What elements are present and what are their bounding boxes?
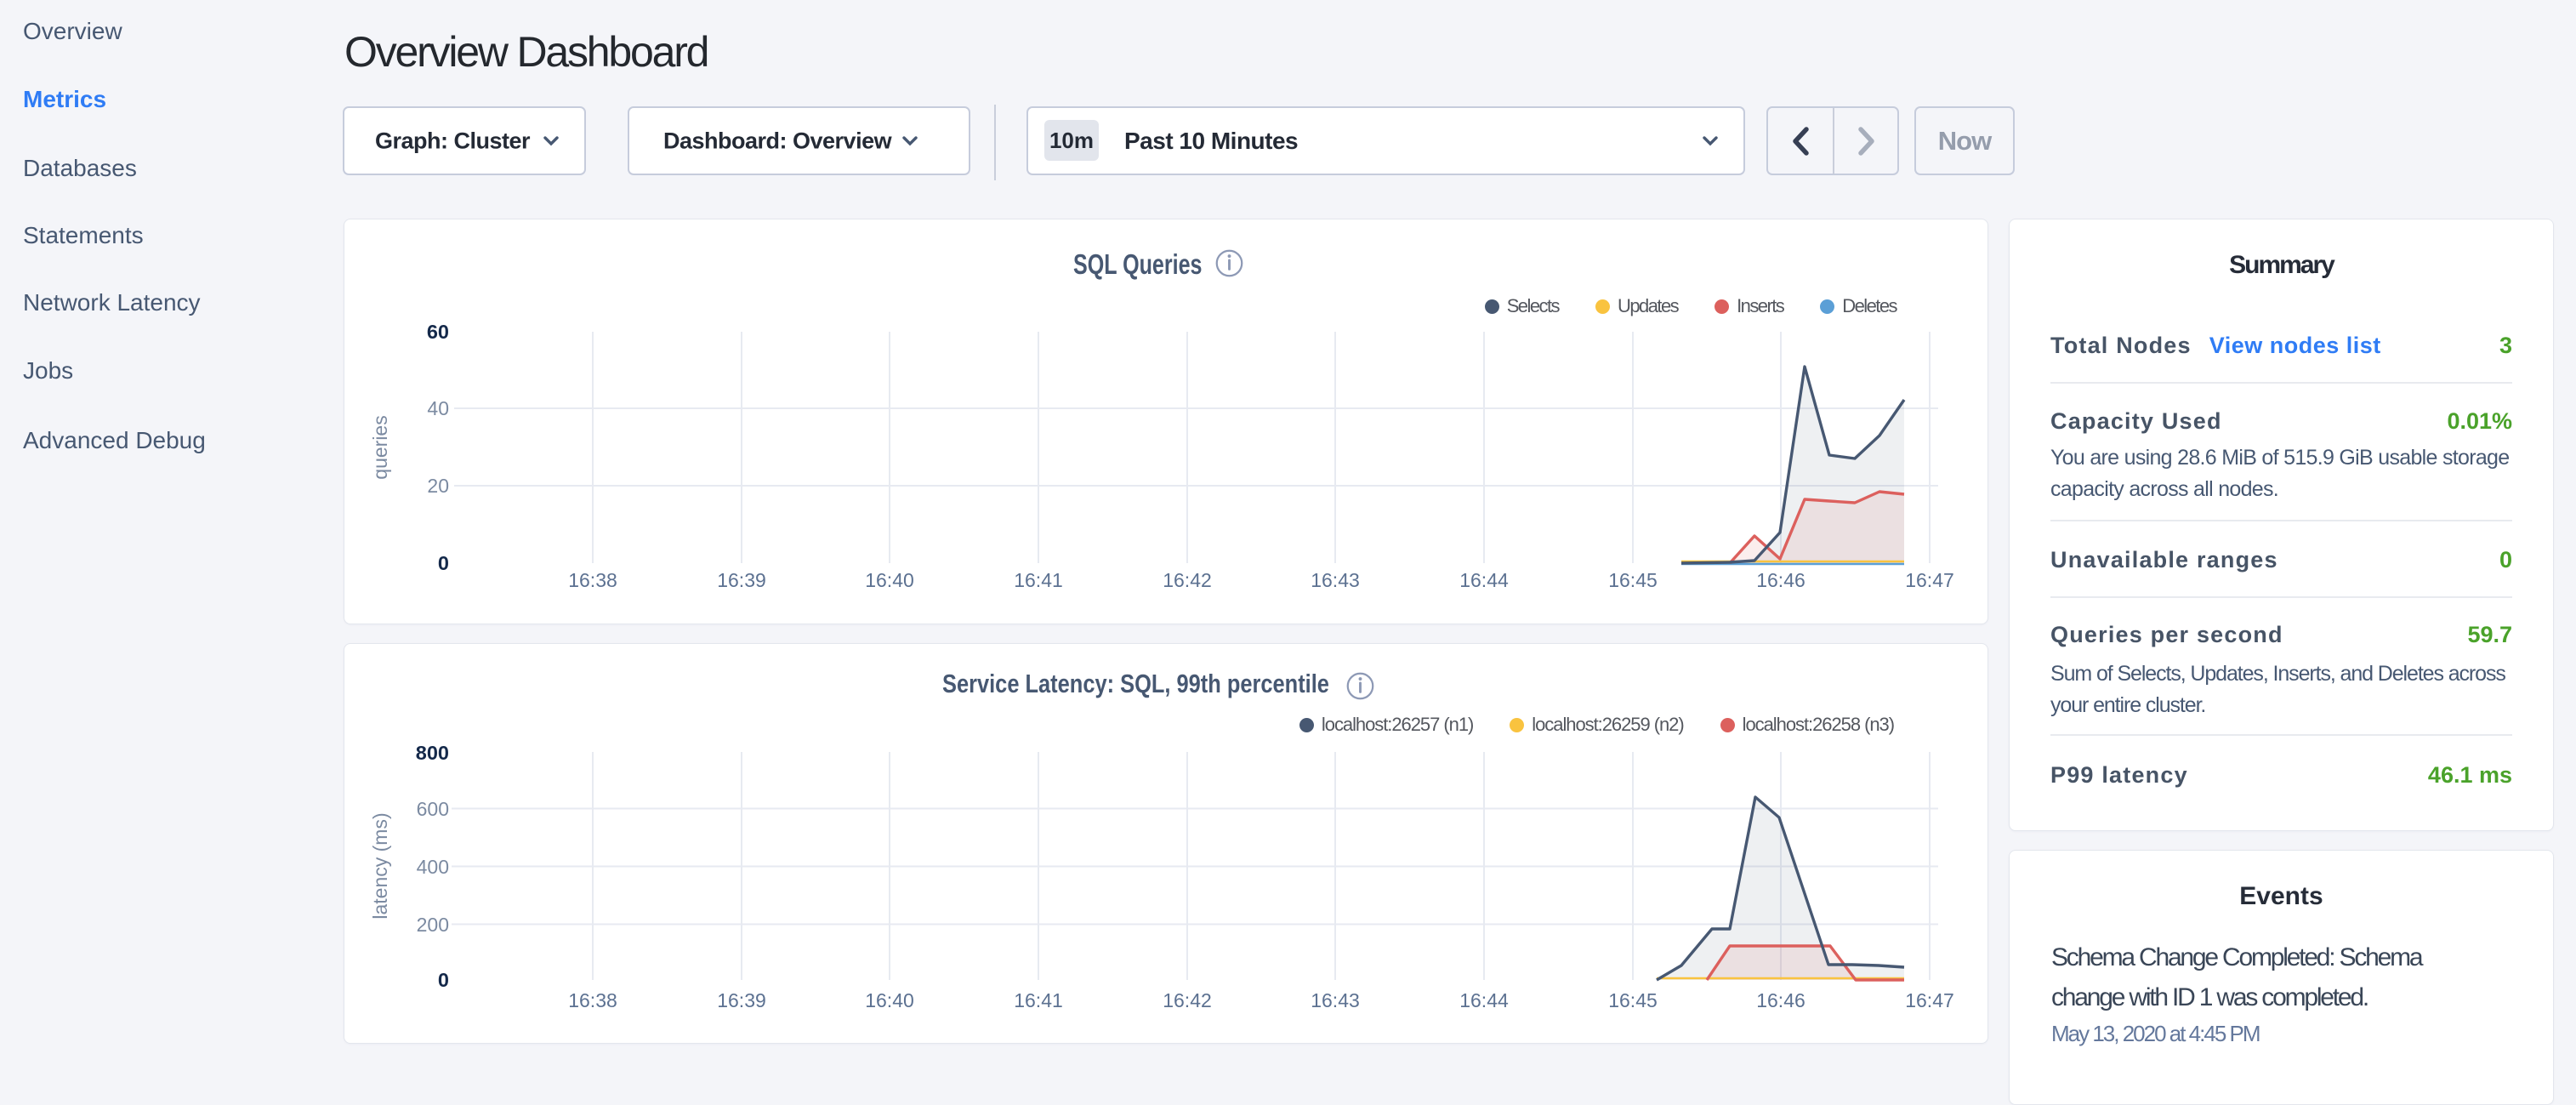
svg-text:400: 400 [417,856,449,878]
svg-text:16:44: 16:44 [1459,569,1509,591]
svg-text:16:45: 16:45 [1608,569,1658,591]
svg-text:16:39: 16:39 [717,569,766,591]
svg-text:queries: queries [369,415,391,479]
svg-text:16:44: 16:44 [1459,989,1509,1011]
svg-text:16:38: 16:38 [568,989,617,1011]
svg-text:16:41: 16:41 [1014,569,1063,591]
svg-text:60: 60 [427,321,449,343]
svg-text:200: 200 [417,914,449,936]
svg-text:16:47: 16:47 [1905,569,1954,591]
svg-text:latency (ms): latency (ms) [369,812,391,919]
svg-text:16:46: 16:46 [1756,989,1805,1011]
svg-text:40: 40 [427,397,449,419]
svg-text:16:46: 16:46 [1756,569,1805,591]
svg-text:16:47: 16:47 [1905,989,1954,1011]
svg-text:16:43: 16:43 [1311,989,1360,1011]
svg-text:16:39: 16:39 [717,989,766,1011]
svg-text:0: 0 [438,552,449,574]
svg-text:16:41: 16:41 [1014,989,1063,1011]
svg-text:16:43: 16:43 [1311,569,1360,591]
svg-text:16:40: 16:40 [865,989,914,1011]
svg-text:800: 800 [416,742,449,764]
svg-text:20: 20 [427,475,449,497]
svg-text:16:38: 16:38 [568,569,617,591]
svg-text:600: 600 [417,798,449,820]
svg-text:16:45: 16:45 [1608,989,1658,1011]
svg-text:16:42: 16:42 [1163,989,1212,1011]
svg-text:16:42: 16:42 [1163,569,1212,591]
svg-text:16:40: 16:40 [865,569,914,591]
svg-text:0: 0 [438,969,449,991]
